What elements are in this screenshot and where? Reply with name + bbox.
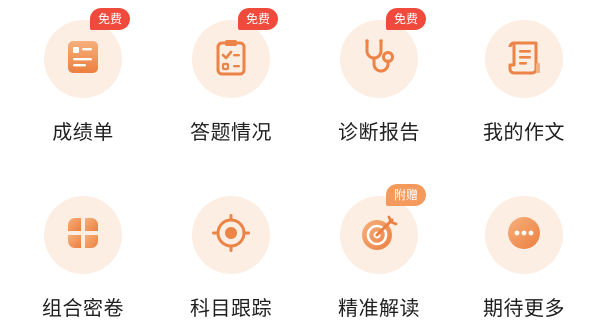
icon-circle: 免费 [340,8,426,98]
dartboard-icon [357,211,401,259]
icon-circle [485,20,563,98]
essay-scroll-icon [502,35,546,83]
tile-label: 组合密卷 [42,296,124,320]
tile-my-essays[interactable]: 我的作文 [449,20,599,145]
tile-label: 我的作文 [483,120,565,144]
feature-grid: 免费 成绩单 免费 答题情况 免费 诊断报告 我的作文 组合密卷 科目跟踪 附赠… [0,0,600,336]
clipboard-checklist-icon [209,35,253,83]
icon-circle: 免费 [192,8,278,98]
icon-circle: 免费 [44,8,130,98]
stethoscope-icon [357,35,401,83]
icon-circle [485,196,563,274]
report-card-icon [61,35,105,83]
more-dots-icon [502,211,546,259]
tile-combined-papers[interactable]: 组合密卷 [8,196,158,321]
tile-subject-tracking[interactable]: 科目跟踪 [156,196,306,321]
tile-label: 诊断报告 [338,120,420,144]
clover-grid-icon [61,211,105,259]
tile-more-coming[interactable]: 期待更多 [449,196,599,321]
tile-label: 答题情况 [190,120,272,144]
tile-label: 成绩单 [52,120,114,144]
tile-report-card[interactable]: 免费 成绩单 [8,8,158,145]
tile-diagnosis-report[interactable]: 免费 诊断报告 [304,8,454,145]
icon-circle: 附赠 [340,184,426,274]
free-badge: 免费 [90,8,130,30]
tile-answer-status[interactable]: 免费 答题情况 [156,8,306,145]
bonus-badge: 附赠 [386,184,426,206]
tile-label: 精准解读 [338,296,420,320]
free-badge: 免费 [238,8,278,30]
tile-label: 科目跟踪 [190,296,272,320]
icon-circle [192,196,270,274]
icon-circle [44,196,122,274]
tile-precise-interpretation[interactable]: 附赠 精准解读 [304,184,454,321]
free-badge: 免费 [386,8,426,30]
target-crosshair-icon [209,211,253,259]
tile-label: 期待更多 [483,296,565,320]
